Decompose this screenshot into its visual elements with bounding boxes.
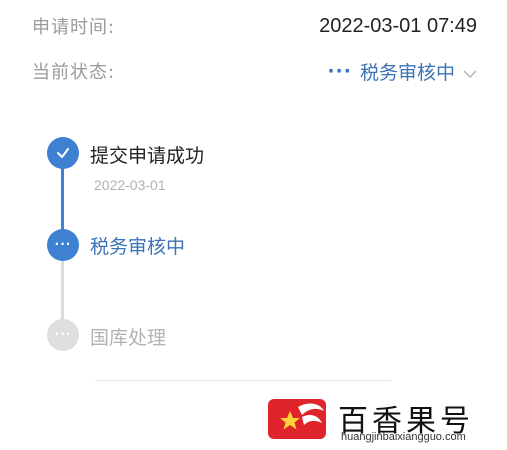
current-status-value: 税务审核中 bbox=[359, 61, 455, 84]
status-dots-icon: ··· bbox=[327, 60, 352, 82]
application-time-row: 申请时间: 2022-03-01 07:49 bbox=[32, 10, 477, 42]
chevron-down-icon bbox=[463, 64, 477, 79]
timeline-step-date: 2022-03-01 bbox=[94, 177, 166, 193]
dots-icon-glyph: ··· bbox=[54, 327, 72, 341]
timeline-step-title: 国库处理 bbox=[90, 327, 167, 349]
timeline-connector-pending bbox=[61, 258, 64, 320]
timeline-step-title: 税务审核中 bbox=[90, 236, 186, 258]
application-time-label: 申请时间: bbox=[32, 17, 116, 38]
timeline-step-title: 提交申请成功 bbox=[90, 145, 205, 167]
check-icon bbox=[47, 137, 79, 169]
tax-application-status-page: 申请时间: 2022-03-01 07:49 当前状态: ··· 税务审核中 提… bbox=[0, 0, 507, 450]
watermark-url: huangjinbaixiangguo.com bbox=[341, 431, 466, 443]
dots-icon: ··· bbox=[47, 229, 79, 261]
current-status-dropdown[interactable]: ··· 税务审核中 bbox=[327, 58, 477, 85]
timeline-connector-done bbox=[61, 168, 64, 232]
dots-icon: ··· bbox=[47, 319, 79, 351]
current-status-label: 当前状态: bbox=[32, 62, 116, 83]
dots-icon-glyph: ··· bbox=[54, 237, 72, 251]
application-time-value: 2022-03-01 07:49 bbox=[319, 14, 477, 37]
watermark-logo-icon bbox=[268, 397, 330, 441]
current-status-row: 当前状态: ··· 税务审核中 bbox=[32, 55, 477, 87]
divider bbox=[95, 380, 391, 381]
